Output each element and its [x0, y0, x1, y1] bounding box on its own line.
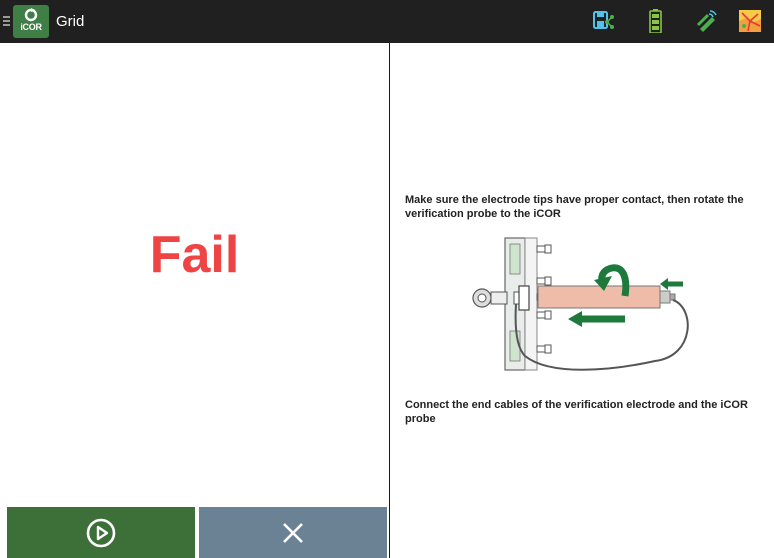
save-share-icon[interactable] — [592, 9, 616, 33]
result-text: Fail — [149, 226, 240, 284]
icor-logo: iCOR — [13, 5, 49, 38]
logo-text: iCOR — [20, 22, 42, 32]
app-title: Grid — [56, 13, 85, 30]
top-app-bar: iCOR Grid — [0, 0, 774, 43]
probe-connection-illustration — [470, 236, 700, 386]
instruction-connect-cables: Connect the end cables of the verificati… — [405, 399, 748, 425]
instruction-panel: Make sure the electrode tips have proper… — [390, 43, 774, 558]
wireless-probe-icon[interactable] — [694, 9, 718, 33]
map-icon[interactable] — [738, 9, 762, 33]
cancel-button[interactable] — [199, 507, 387, 558]
result-panel — [0, 43, 389, 558]
close-icon — [283, 522, 303, 543]
menu-icon[interactable] — [3, 16, 10, 28]
battery-icon — [643, 9, 667, 34]
instruction-rotate-probe: Make sure the electrode tips have proper… — [405, 194, 744, 220]
play-button[interactable] — [7, 507, 195, 558]
play-circle-icon — [86, 518, 116, 547]
